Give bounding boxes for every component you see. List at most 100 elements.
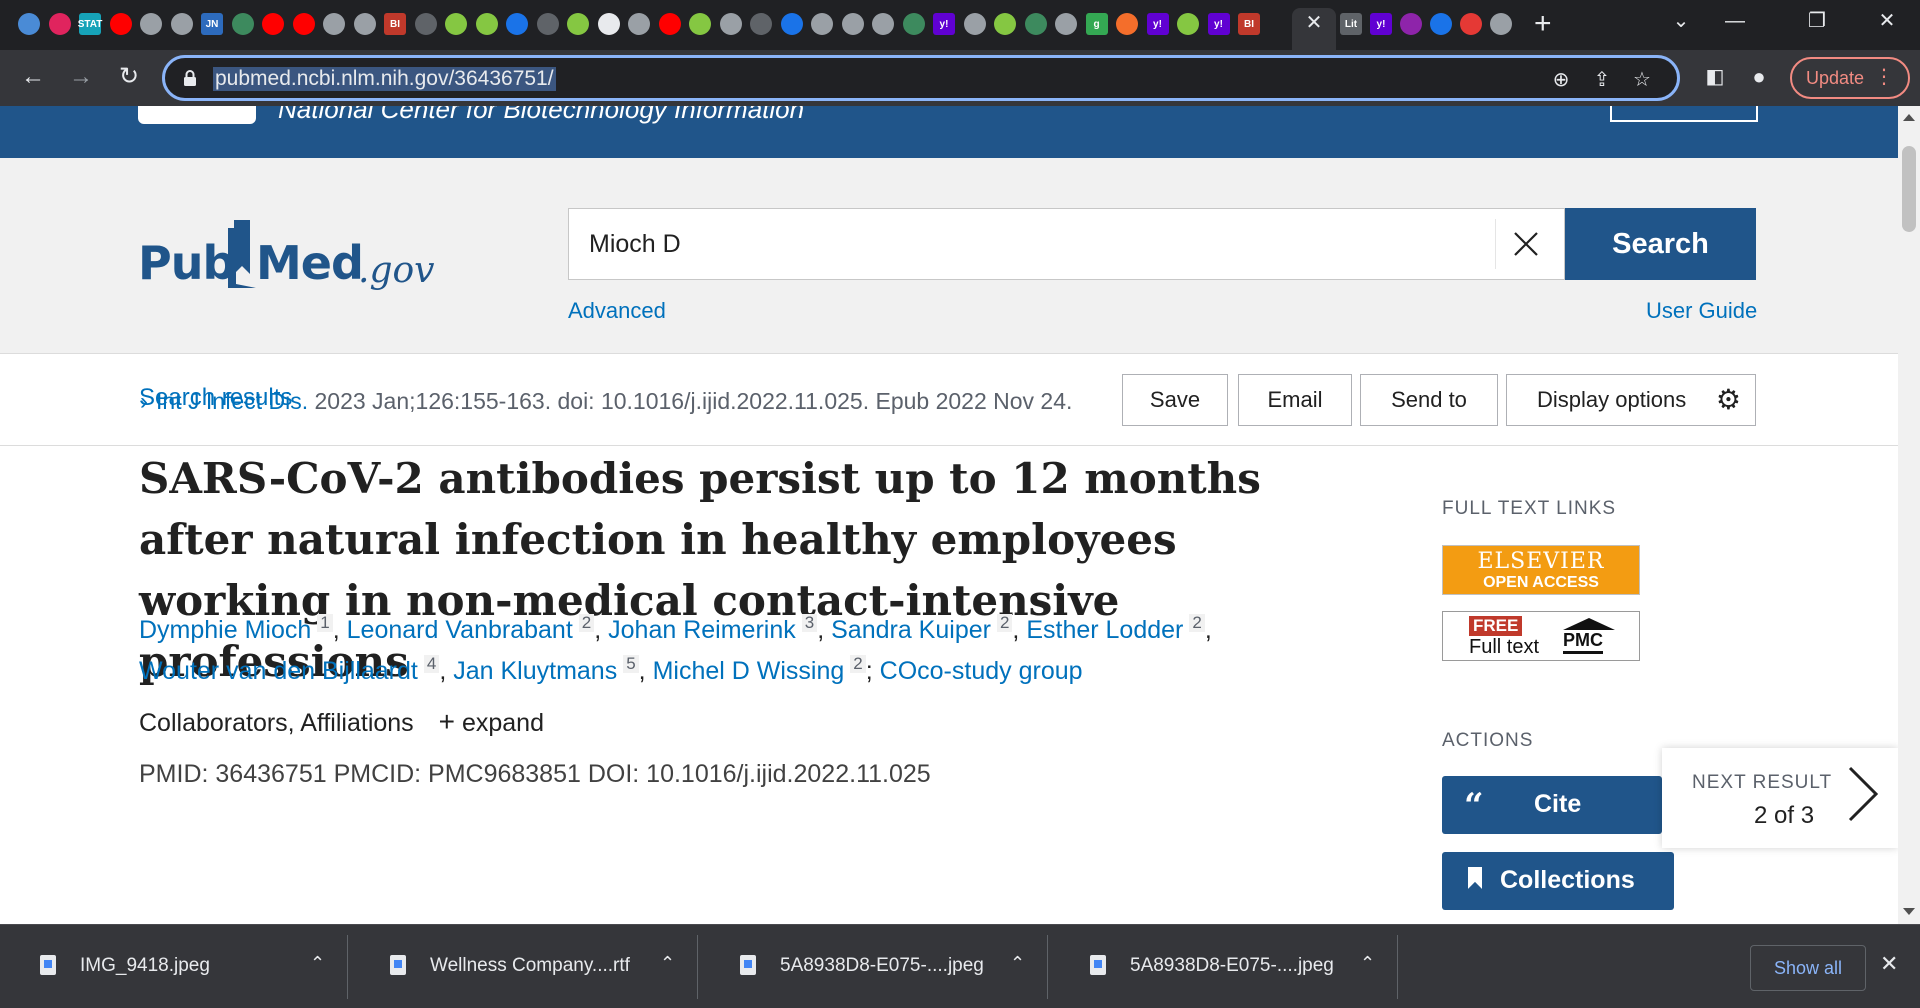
heart-icon[interactable] xyxy=(506,13,528,35)
zoom-icon[interactable]: ⊕ xyxy=(1548,68,1574,92)
globe-icon[interactable] xyxy=(963,13,986,35)
rumble-icon[interactable] xyxy=(689,13,711,35)
ncbi-logo[interactable] xyxy=(138,106,256,124)
author-link[interactable]: Michel D Wissing xyxy=(653,657,845,685)
globe-icon[interactable] xyxy=(140,13,162,35)
yahoo-icon[interactable]: y! xyxy=(1370,13,1392,35)
globe-icon[interactable] xyxy=(719,13,742,35)
caduceus-icon[interactable] xyxy=(231,13,254,35)
affiliation-marker[interactable]: 3 xyxy=(801,614,818,632)
update-button[interactable]: Update ⋮ xyxy=(1790,57,1910,99)
download-item[interactable]: 5A8938D8-E075-....jpeg ⌃ xyxy=(1058,935,1398,999)
chevron-up-icon[interactable]: ⌃ xyxy=(660,953,675,974)
send-to-button[interactable]: Send to xyxy=(1360,374,1498,426)
scroll-up-arrow-icon[interactable] xyxy=(1903,114,1915,121)
youtube-icon[interactable] xyxy=(292,13,315,35)
side-panel-icon[interactable]: ◧ xyxy=(1700,63,1730,91)
play-icon[interactable] xyxy=(536,13,559,35)
globe-icon[interactable] xyxy=(1055,13,1077,35)
affiliation-marker[interactable]: 2 xyxy=(578,614,595,632)
restore-window-icon[interactable]: ❐ xyxy=(1802,10,1832,32)
affiliation-marker[interactable]: 2 xyxy=(996,614,1013,632)
search-icon[interactable] xyxy=(780,13,803,35)
author-link[interactable]: Sandra Kuiper xyxy=(831,616,991,644)
elsevier-open-access-link[interactable]: ELSEVIER OPEN ACCESS xyxy=(1442,545,1640,595)
author-link[interactable]: Jan Kluytmans xyxy=(453,657,617,685)
download-item[interactable]: Wellness Company....rtf ⌃ xyxy=(358,935,698,999)
author-link[interactable]: Esther Lodder xyxy=(1026,616,1183,644)
search-input[interactable] xyxy=(589,209,1409,279)
map-icon[interactable] xyxy=(597,13,620,35)
yahoo-icon[interactable]: y! xyxy=(1146,13,1169,35)
author-link[interactable]: Wouter van den Bijllaardt xyxy=(139,657,418,685)
tab-search-chevron-icon[interactable]: ⌄ xyxy=(1666,10,1696,32)
cite-button[interactable]: “ Cite xyxy=(1442,776,1662,834)
rumble-icon[interactable] xyxy=(445,13,467,35)
profile-avatar-icon[interactable]: ● xyxy=(1744,63,1774,91)
chevron-right-icon[interactable]: › xyxy=(140,388,148,415)
clear-search-button[interactable] xyxy=(1495,219,1555,269)
collections-button[interactable]: Collections xyxy=(1442,852,1674,910)
scrollbar-thumb[interactable] xyxy=(1902,146,1916,232)
back-arrow-icon[interactable]: ← xyxy=(18,63,48,91)
advanced-search-link[interactable]: Advanced xyxy=(568,298,666,324)
download-item[interactable]: 5A8938D8-E075-....jpeg ⌃ xyxy=(708,935,1048,999)
address-bar[interactable]: pubmed.ncbi.nlm.nih.gov/36436751/ ⊕ ⇪ ☆ xyxy=(162,55,1680,101)
play-icon[interactable] xyxy=(750,13,772,35)
minimize-icon[interactable]: — xyxy=(1720,10,1750,32)
jn-icon[interactable]: JN xyxy=(201,13,223,35)
close-window-icon[interactable]: ✕ xyxy=(1872,10,1902,32)
globe-icon[interactable] xyxy=(1490,13,1512,35)
stat-icon[interactable]: STAT xyxy=(78,13,102,35)
affiliation-marker[interactable]: 5 xyxy=(623,655,639,673)
globe-icon[interactable] xyxy=(872,13,894,35)
download-item[interactable]: IMG_9418.jpeg ⌃ xyxy=(8,935,348,999)
globe-icon[interactable] xyxy=(170,13,193,35)
reload-icon[interactable]: ↻ xyxy=(114,63,144,91)
g-icon[interactable]: g xyxy=(1085,13,1108,35)
collaborators-label[interactable]: Collaborators, Affiliations xyxy=(139,709,414,737)
bookmark-star-icon[interactable]: ☆ xyxy=(1629,68,1655,92)
bi-icon[interactable]: BI xyxy=(384,13,406,35)
rumble-icon[interactable] xyxy=(1177,13,1199,35)
youtube-icon[interactable] xyxy=(658,13,681,35)
globe-icon[interactable] xyxy=(353,13,376,35)
youtube-icon[interactable] xyxy=(262,13,284,35)
caduceus-icon[interactable] xyxy=(902,13,925,35)
display-options-button[interactable]: Display options ⚙ xyxy=(1506,374,1756,426)
next-result-panel[interactable]: NEXT RESULT 2 of 3 xyxy=(1662,748,1898,848)
lit-icon[interactable]: Lit xyxy=(1340,13,1362,35)
affiliation-marker[interactable]: 2 xyxy=(1189,614,1205,632)
author-link[interactable]: Johan Reimerink xyxy=(608,616,796,644)
chevron-up-icon[interactable]: ⌃ xyxy=(1010,953,1025,974)
close-downloads-icon[interactable]: ✕ xyxy=(1880,951,1898,977)
flower-icon[interactable] xyxy=(48,13,71,35)
author-link[interactable]: Dymphie Mioch xyxy=(139,616,311,644)
health-icon[interactable] xyxy=(1460,13,1482,35)
show-all-downloads-button[interactable]: Show all xyxy=(1750,945,1866,991)
bookmark-icon[interactable] xyxy=(1116,13,1138,35)
search-button[interactable]: Search xyxy=(1565,208,1756,280)
close-tab-icon[interactable]: ✕ xyxy=(1303,12,1325,34)
globe-icon[interactable] xyxy=(323,13,345,35)
expand-toggle[interactable]: + expand xyxy=(439,706,544,737)
yahoo-icon[interactable]: y! xyxy=(1207,13,1230,35)
new-tab-icon[interactable]: + xyxy=(1534,9,1552,39)
study-group-link[interactable]: COco-study group xyxy=(880,657,1083,685)
user-guide-link[interactable]: User Guide xyxy=(1646,298,1757,324)
email-button[interactable]: Email xyxy=(1238,374,1352,426)
scroll-down-arrow-icon[interactable] xyxy=(1903,908,1915,915)
play-icon[interactable] xyxy=(414,13,437,35)
url-text[interactable]: pubmed.ncbi.nlm.nih.gov/36436751/ xyxy=(213,67,556,91)
caduceus-icon[interactable] xyxy=(1024,13,1047,35)
heart-icon[interactable] xyxy=(1400,13,1422,35)
affiliation-marker[interactable]: 1 xyxy=(317,614,333,632)
chevron-up-icon[interactable]: ⌃ xyxy=(310,953,325,974)
rumble-icon[interactable] xyxy=(475,13,498,35)
chevron-up-icon[interactable]: ⌃ xyxy=(1360,953,1375,974)
author-link[interactable]: Leonard Vanbrabant xyxy=(347,616,573,644)
heart-icon[interactable] xyxy=(1430,13,1452,35)
affiliation-marker[interactable]: 2 xyxy=(850,655,866,673)
menu-dots-icon[interactable]: ⋮ xyxy=(1874,65,1894,89)
bi-icon[interactable]: BI xyxy=(1238,13,1260,35)
